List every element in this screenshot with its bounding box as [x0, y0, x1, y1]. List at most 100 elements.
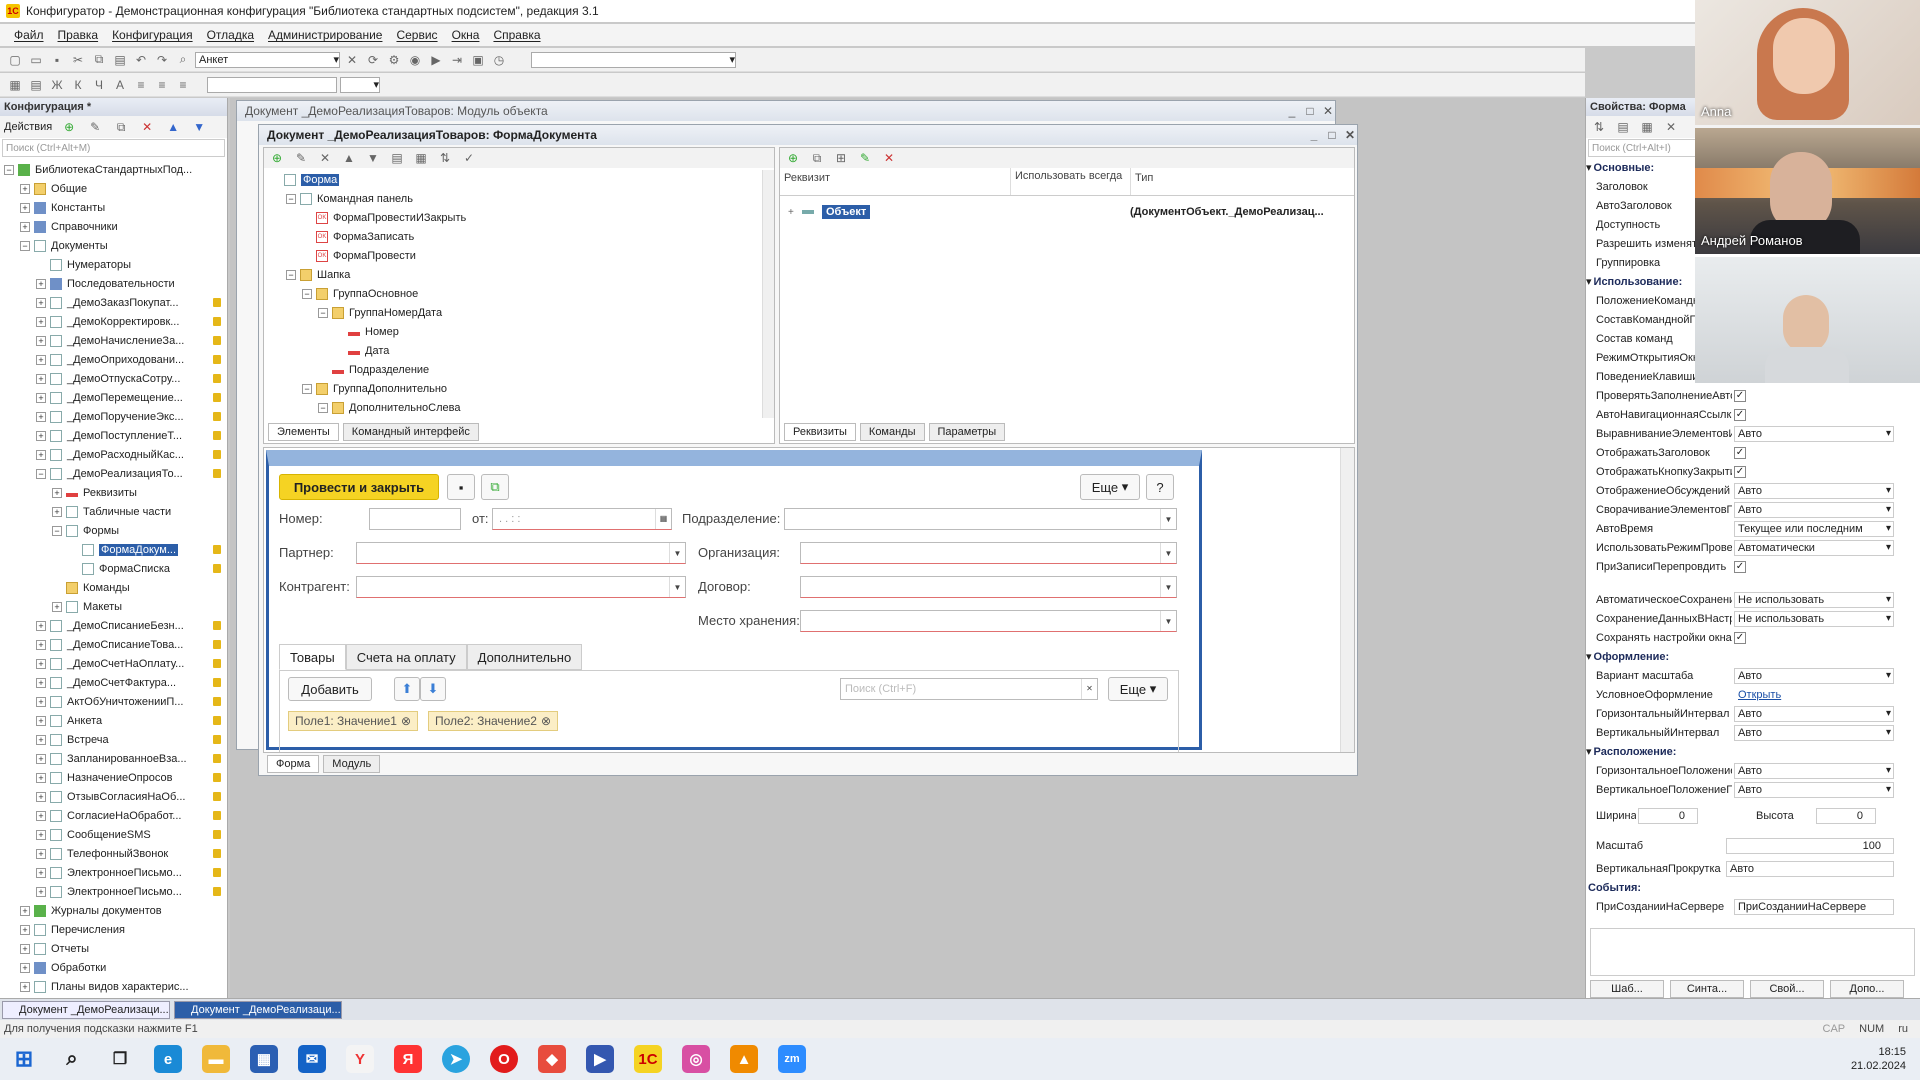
- system-clock[interactable]: 18:15 21.02.2024: [1851, 1045, 1906, 1073]
- close-icon[interactable]: ✕: [1662, 118, 1680, 136]
- property-checkbox[interactable]: ✓: [1734, 446, 1746, 459]
- copy-icon[interactable]: ⧉: [808, 149, 826, 167]
- expand-icon[interactable]: +: [36, 696, 46, 707]
- element-tree-item[interactable]: Номер: [268, 322, 758, 341]
- properties-bottom-button[interactable]: Свой...: [1750, 980, 1824, 998]
- tree-item[interactable]: − _ДемоРеализацияТо...: [0, 464, 227, 483]
- anydesk-icon[interactable]: ◆: [538, 1045, 566, 1073]
- expand-icon[interactable]: +: [36, 791, 46, 802]
- minimize-icon[interactable]: _: [1285, 104, 1299, 118]
- menu-item[interactable]: Файл: [14, 28, 44, 42]
- edge-icon[interactable]: e: [154, 1045, 182, 1073]
- preview-tab[interactable]: Товары: [279, 644, 346, 670]
- panel-tab[interactable]: Форма: [267, 755, 320, 773]
- element-tree-item[interactable]: − ДополнительноСлева: [268, 398, 758, 416]
- element-tree-item[interactable]: OK ФормаЗаписать: [268, 227, 758, 246]
- panel-tab[interactable]: Реквизиты: [784, 423, 856, 441]
- tree-item[interactable]: + Справочники: [0, 217, 227, 236]
- add-button[interactable]: Добавить: [288, 677, 372, 701]
- section-label[interactable]: Расположение:: [1592, 746, 1677, 758]
- expand-icon[interactable]: −: [20, 240, 30, 251]
- expand-icon[interactable]: +: [20, 905, 30, 916]
- nomer-field[interactable]: [369, 508, 461, 530]
- tree-item[interactable]: + АктОбУничтоженииП...: [0, 692, 227, 711]
- property-select[interactable]: Авто ▾: [1734, 482, 1894, 499]
- section-label[interactable]: Оформление:: [1592, 651, 1670, 663]
- edit-icon[interactable]: ✎: [856, 149, 874, 167]
- vlc-icon[interactable]: ▲: [730, 1045, 758, 1073]
- tree-item[interactable]: + Отчеты: [0, 939, 227, 958]
- expand-icon[interactable]: +: [36, 829, 46, 840]
- tree-item[interactable]: + Обработки: [0, 958, 227, 977]
- element-tree-item[interactable]: Дата: [268, 341, 758, 360]
- maximize-icon[interactable]: □: [1303, 104, 1317, 118]
- dogovor-field[interactable]: ▼: [800, 576, 1177, 598]
- tree-item[interactable]: + Константы: [0, 198, 227, 217]
- expand-icon[interactable]: +: [20, 981, 30, 992]
- tree-item[interactable]: − Формы: [0, 521, 227, 540]
- tree-item[interactable]: + _ДемоСчетНаОплату...: [0, 654, 227, 673]
- redo-icon[interactable]: ↷: [153, 51, 171, 69]
- tree-item[interactable]: + _ДемоСписаниеТова...: [0, 635, 227, 654]
- mail-icon[interactable]: ✉: [298, 1045, 326, 1073]
- expand-icon[interactable]: +: [36, 278, 46, 289]
- add-column-icon[interactable]: ⊞: [832, 149, 850, 167]
- delete-icon[interactable]: ✕: [316, 149, 334, 167]
- expand-icon[interactable]: +: [20, 943, 30, 954]
- opera-icon[interactable]: O: [490, 1045, 518, 1073]
- tree-item[interactable]: + _ДемоЗаказПокупат...: [0, 293, 227, 312]
- tree-item[interactable]: + Общие: [0, 179, 227, 198]
- expand-icon[interactable]: +: [36, 848, 46, 859]
- element-tree-item[interactable]: Подразделение: [268, 360, 758, 379]
- bold-icon[interactable]: Ж: [48, 76, 66, 94]
- menu-item[interactable]: Конфигурация: [112, 28, 193, 42]
- font-color-icon[interactable]: A: [111, 76, 129, 94]
- element-tree-item[interactable]: OK ФормаПровести: [268, 246, 758, 265]
- post-close-button[interactable]: Провести и закрыть: [279, 474, 439, 500]
- preview-tab[interactable]: Счета на оплату: [345, 644, 467, 670]
- maximize-icon[interactable]: □: [1325, 128, 1339, 142]
- expand-icon[interactable]: +: [788, 207, 798, 218]
- debug-icon[interactable]: ◉: [406, 51, 424, 69]
- property-checkbox[interactable]: ✓: [1734, 408, 1746, 421]
- expand-icon[interactable]: +: [52, 506, 62, 517]
- tree-item[interactable]: + Анкета: [0, 711, 227, 730]
- tree-item[interactable]: + Макеты: [0, 597, 227, 616]
- arrow-down-icon[interactable]: ⬇: [420, 677, 446, 701]
- property-checkbox[interactable]: ✓: [1734, 631, 1746, 644]
- table-search-input[interactable]: Поиск (Ctrl+F) ✕: [840, 678, 1098, 700]
- step-icon[interactable]: ⇥: [448, 51, 466, 69]
- new-file-icon[interactable]: ▢: [6, 51, 24, 69]
- tree-item[interactable]: + _ДемоРасходныйКас...: [0, 445, 227, 464]
- tree-item[interactable]: Команды: [0, 578, 227, 597]
- post-icon[interactable]: ⧉: [481, 474, 509, 500]
- menu-item[interactable]: Отладка: [207, 28, 254, 42]
- open-window-tab[interactable]: Документ _ДемоРеализаци...: [174, 1000, 342, 1019]
- more-button-2[interactable]: Еще ▾: [1108, 677, 1168, 701]
- menu-item[interactable]: Справка: [493, 28, 540, 42]
- filter-icon[interactable]: ▦: [1638, 118, 1656, 136]
- fields-icon[interactable]: ▦: [412, 149, 430, 167]
- expand-icon[interactable]: +: [36, 715, 46, 726]
- podr-field[interactable]: ▼: [784, 508, 1177, 530]
- close-icon[interactable]: ✕: [1343, 128, 1357, 142]
- property-select[interactable]: Авто ▾: [1734, 705, 1894, 722]
- expand-icon[interactable]: +: [20, 962, 30, 973]
- expand-icon[interactable]: +: [36, 297, 46, 308]
- properties-bottom-button[interactable]: Допо...: [1830, 980, 1904, 998]
- more-button[interactable]: Еще ▾: [1080, 474, 1140, 500]
- tree-item[interactable]: + _ДемоСчетФактура...: [0, 673, 227, 692]
- property-link[interactable]: Открыть: [1738, 689, 1781, 701]
- expand-icon[interactable]: +: [36, 335, 46, 346]
- expand-icon[interactable]: +: [52, 487, 62, 498]
- minimize-icon[interactable]: _: [1307, 128, 1321, 142]
- telegram-icon[interactable]: ➤: [442, 1045, 470, 1073]
- clock-icon[interactable]: ◷: [490, 51, 508, 69]
- menu-item[interactable]: Сервис: [396, 28, 437, 42]
- property-checkbox[interactable]: ✓: [1734, 465, 1746, 478]
- expand-icon[interactable]: −: [36, 468, 46, 479]
- property-select[interactable]: Авто ▾: [1734, 501, 1894, 518]
- property-select[interactable]: Авто ▾: [1734, 425, 1894, 442]
- properties-bottom-button[interactable]: Шаб...: [1590, 980, 1664, 998]
- expand-icon[interactable]: +: [20, 202, 30, 213]
